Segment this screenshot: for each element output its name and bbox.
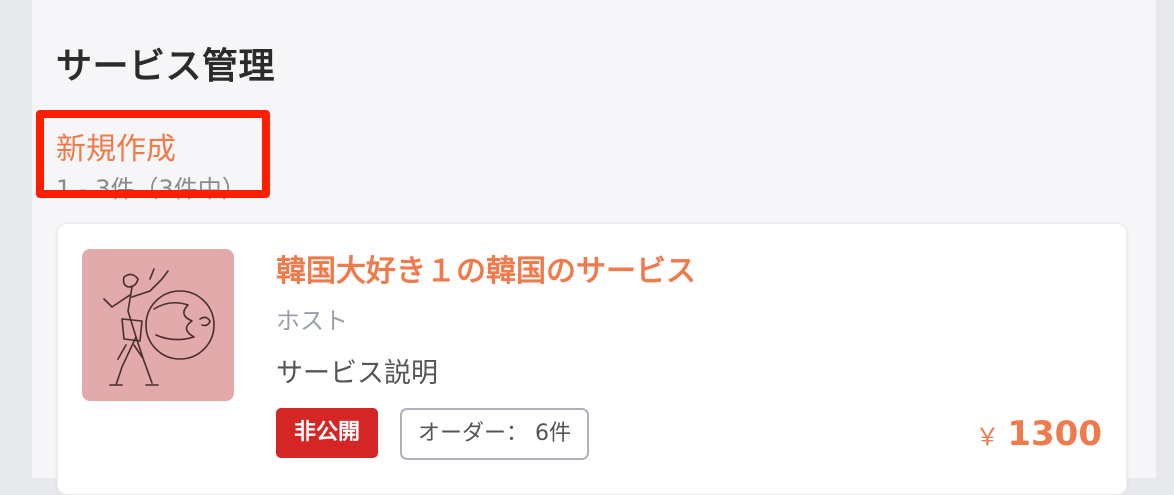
service-price: ￥ 1300	[975, 410, 1102, 461]
service-thumbnail	[82, 249, 234, 401]
service-host: ホスト	[276, 307, 348, 335]
orders-count-badge: オーダー： 6件	[400, 408, 589, 460]
price-value: 1300	[1007, 414, 1102, 454]
service-title[interactable]: 韓国大好き１の韓国のサービス	[276, 250, 696, 294]
service-card[interactable]: 韓国大好き１の韓国のサービス ホスト サービス説明 非公開 オーダー： 6件 ￥…	[57, 223, 1127, 495]
new-service-link[interactable]: 新規作成	[56, 128, 184, 172]
service-description: サービス説明	[276, 358, 438, 389]
status-badge: 非公開	[276, 408, 379, 458]
result-count: 1 - 3件（3件中）	[56, 175, 246, 203]
price-currency: ￥	[975, 423, 1000, 451]
page-title: サービス管理	[56, 46, 276, 87]
service-thumbnail-drawing	[103, 268, 215, 386]
